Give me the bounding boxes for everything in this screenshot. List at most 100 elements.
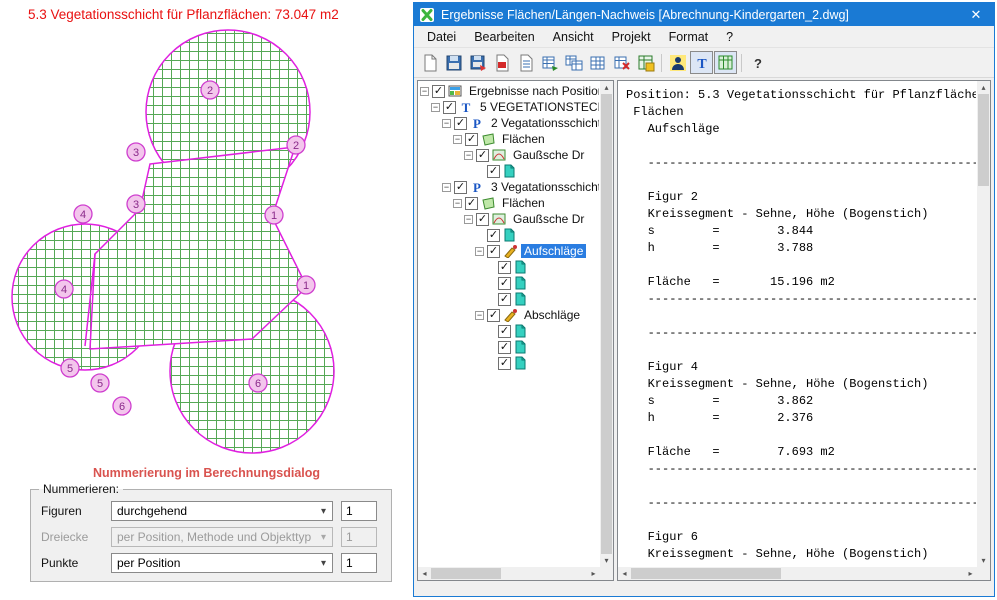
- report-line: [626, 308, 976, 325]
- checkbox[interactable]: ✓: [487, 165, 500, 178]
- menu-item-format[interactable]: Format: [660, 27, 718, 47]
- tree-doc-item[interactable]: ✓: [420, 355, 599, 371]
- new-document-button[interactable]: [418, 51, 441, 74]
- menu-item-projekt[interactable]: Projekt: [603, 27, 660, 47]
- table-format-button[interactable]: [714, 51, 737, 74]
- table-export-button[interactable]: [538, 51, 561, 74]
- scroll-up-button[interactable]: ▴: [600, 81, 613, 94]
- scrollbar-thumb[interactable]: [601, 94, 612, 554]
- report-line: Kreissegment - Sehne, Höhe (Bogenstich): [626, 546, 976, 563]
- scroll-down-button[interactable]: ▾: [977, 554, 990, 567]
- scroll-left-button[interactable]: ◂: [618, 567, 631, 580]
- doc-icon: [514, 276, 529, 290]
- scrollbar-thumb[interactable]: [431, 568, 501, 579]
- collapse-expander-icon[interactable]: −: [464, 215, 473, 224]
- tree-doc-item[interactable]: ✓: [420, 163, 599, 179]
- checkbox[interactable]: ✓: [454, 181, 467, 194]
- collapse-expander-icon[interactable]: −: [442, 183, 451, 192]
- tree-vertical-scrollbar[interactable]: ▴ ▾: [600, 81, 613, 567]
- form-row-punkte: Punkteper Position▾: [31, 550, 391, 576]
- report-horizontal-scrollbar[interactable]: ◂ ▸: [618, 567, 977, 580]
- scrollbar-thumb[interactable]: [631, 568, 781, 579]
- collapse-expander-icon[interactable]: −: [475, 247, 484, 256]
- punkte-count-input[interactable]: [341, 553, 377, 573]
- tree-doc-item[interactable]: ✓: [420, 275, 599, 291]
- tree-doc-item[interactable]: ✓: [420, 339, 599, 355]
- help-button[interactable]: ?: [746, 51, 769, 74]
- tree-item-gau-sche-dr[interactable]: −✓Gaußsche Dr: [420, 211, 599, 227]
- checkbox[interactable]: ✓: [465, 133, 478, 146]
- table-view-button[interactable]: [586, 51, 609, 74]
- menu-item-ansicht[interactable]: Ansicht: [544, 27, 603, 47]
- tree-item-aufschl-ge[interactable]: −✓Aufschläge: [420, 243, 599, 259]
- export-excel-button[interactable]: [634, 51, 657, 74]
- scroll-left-button[interactable]: ◂: [418, 567, 431, 580]
- scroll-right-button[interactable]: ▸: [587, 567, 600, 580]
- collapse-expander-icon[interactable]: −: [464, 151, 473, 160]
- collapse-expander-icon[interactable]: −: [431, 103, 440, 112]
- checkbox[interactable]: ✓: [498, 261, 511, 274]
- figure-marker-2: 2: [287, 136, 305, 154]
- checkbox[interactable]: ✓: [498, 341, 511, 354]
- tree-item-5-vegetationstechn[interactable]: −✓T5 VEGETATIONSTECHN: [420, 99, 599, 115]
- close-button[interactable]: ✕: [958, 3, 994, 26]
- report-vertical-scrollbar[interactable]: ▴ ▾: [977, 81, 990, 567]
- tree-item-fl-chen[interactable]: −✓Flächen: [420, 195, 599, 211]
- figuren-dropdown[interactable]: durchgehend▾: [111, 501, 333, 521]
- checkbox[interactable]: ✓: [443, 101, 456, 114]
- checkbox[interactable]: ✓: [498, 293, 511, 306]
- checkbox[interactable]: ✓: [487, 245, 500, 258]
- tree-item-2-vegatationsschicht[interactable]: −✓P2 Vegatationsschicht: [420, 115, 599, 131]
- menu-item-bearbeiten[interactable]: Bearbeiten: [465, 27, 543, 47]
- tree-doc-item[interactable]: ✓: [420, 227, 599, 243]
- export-pdf-button[interactable]: [490, 51, 513, 74]
- figuren-count-input[interactable]: [341, 501, 377, 521]
- text-format-button[interactable]: T: [690, 51, 713, 74]
- checkbox[interactable]: ✓: [498, 357, 511, 370]
- tree-item-ergebnisse-nach-position-l[interactable]: −✓Ergebnisse nach Position, Lä: [420, 83, 599, 99]
- checkbox[interactable]: ✓: [487, 309, 500, 322]
- report-text: Position: 5.3 Vegetationsschicht für Pfl…: [620, 83, 976, 566]
- checkbox[interactable]: ✓: [476, 149, 489, 162]
- collapse-expander-icon[interactable]: −: [453, 135, 462, 144]
- scrollbar-thumb[interactable]: [978, 94, 989, 186]
- collapse-expander-icon[interactable]: −: [475, 311, 484, 320]
- checkbox[interactable]: ✓: [498, 277, 511, 290]
- collapse-expander-icon[interactable]: −: [442, 119, 451, 128]
- report-preview-button[interactable]: [514, 51, 537, 74]
- checkbox[interactable]: ✓: [465, 197, 478, 210]
- menu-item-help[interactable]: ?: [717, 27, 742, 47]
- svg-text:T: T: [697, 57, 707, 72]
- toolbar: T?: [414, 48, 994, 78]
- scroll-right-button[interactable]: ▸: [964, 567, 977, 580]
- checkbox[interactable]: ✓: [432, 85, 445, 98]
- tree-horizontal-scrollbar[interactable]: ◂ ▸: [418, 567, 600, 580]
- tree-item-gau-sche-dr[interactable]: −✓Gaußsche Dr: [420, 147, 599, 163]
- report-line: [626, 172, 976, 189]
- tree-doc-item[interactable]: ✓: [420, 291, 599, 307]
- table-copy-button[interactable]: [562, 51, 585, 74]
- collapse-expander-icon[interactable]: −: [453, 199, 462, 208]
- tree-doc-item[interactable]: ✓: [420, 259, 599, 275]
- table-delete-button[interactable]: [610, 51, 633, 74]
- checkbox[interactable]: ✓: [454, 117, 467, 130]
- save-button[interactable]: [442, 51, 465, 74]
- window-title: Ergebnisse Flächen/Längen-Nachweis [Abre…: [441, 8, 958, 22]
- tree-doc-item[interactable]: ✓: [420, 323, 599, 339]
- checkbox[interactable]: ✓: [487, 229, 500, 242]
- tree-item-3-vegatationsschicht[interactable]: −✓P3 Vegatationsschicht: [420, 179, 599, 195]
- scroll-up-button[interactable]: ▴: [977, 81, 990, 94]
- save-as-button[interactable]: [466, 51, 489, 74]
- tree-item-abschl-ge[interactable]: −✓Abschläge: [420, 307, 599, 323]
- menu-item-datei[interactable]: Datei: [418, 27, 465, 47]
- app-logo-icon: [419, 7, 435, 23]
- scroll-down-button[interactable]: ▾: [600, 554, 613, 567]
- collapse-expander-icon[interactable]: −: [420, 87, 429, 96]
- contact-person-button[interactable]: [666, 51, 689, 74]
- tree-item-fl-chen[interactable]: −✓Flächen: [420, 131, 599, 147]
- checkbox[interactable]: ✓: [498, 325, 511, 338]
- titlebar[interactable]: Ergebnisse Flächen/Längen-Nachweis [Abre…: [414, 3, 994, 26]
- checkbox[interactable]: ✓: [476, 213, 489, 226]
- report-line: [626, 342, 976, 359]
- punkte-dropdown[interactable]: per Position▾: [111, 553, 333, 573]
